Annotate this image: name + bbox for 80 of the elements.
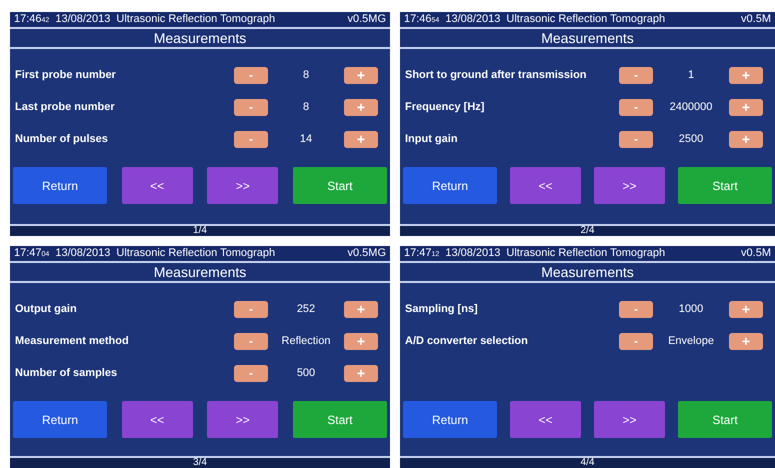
increment-button[interactable]: + bbox=[344, 98, 378, 116]
nav-button[interactable]: >> bbox=[594, 167, 665, 204]
increment-button[interactable]: + bbox=[344, 364, 378, 382]
decrement-button[interactable]: - bbox=[234, 130, 268, 148]
date-text: 13/08/2013 bbox=[445, 12, 500, 28]
nav-button[interactable]: << bbox=[510, 401, 581, 438]
setting-value: 8 bbox=[302, 100, 310, 115]
app-title: Ultrasonic Reflection Tomograph bbox=[116, 12, 276, 28]
nav-button[interactable]: Start bbox=[292, 167, 387, 204]
increment-button[interactable]: + bbox=[729, 130, 763, 148]
screen-heading: Measurements bbox=[154, 262, 246, 282]
version-text: v0.5M bbox=[741, 246, 771, 262]
nav-button[interactable]: << bbox=[122, 401, 193, 438]
setting-label: Number of samples bbox=[15, 366, 118, 381]
setting-label: A/D converter selection bbox=[405, 334, 529, 349]
nav-button[interactable]: Start bbox=[678, 401, 772, 438]
nav-button[interactable]: << bbox=[510, 167, 581, 204]
decrement-button[interactable]: - bbox=[619, 130, 653, 148]
screen-heading: Measurements bbox=[541, 262, 634, 282]
decrement-button[interactable]: - bbox=[619, 98, 653, 116]
nav-button[interactable]: Start bbox=[292, 401, 387, 438]
screen-heading: Measurements bbox=[541, 28, 634, 48]
page-indicator: 2/4 bbox=[580, 226, 594, 236]
nav-button[interactable]: >> bbox=[207, 167, 278, 204]
screen-heading: Measurements bbox=[154, 28, 246, 48]
decrement-button[interactable]: - bbox=[234, 300, 268, 318]
increment-button[interactable]: + bbox=[344, 66, 378, 84]
nav-button[interactable]: >> bbox=[207, 401, 278, 438]
setting-value: 500 bbox=[296, 366, 316, 381]
nav-button[interactable]: Return bbox=[13, 167, 107, 204]
setting-label: Output gain bbox=[15, 302, 78, 317]
setting-label: Sampling [ns] bbox=[405, 302, 479, 317]
setting-value: 1 bbox=[686, 68, 696, 83]
setting-value: Envelope bbox=[667, 334, 715, 349]
decrement-button[interactable]: - bbox=[619, 66, 653, 84]
increment-button[interactable]: + bbox=[344, 130, 378, 148]
setting-value: 8 bbox=[302, 68, 310, 83]
setting-label: Short to ground after transmission bbox=[405, 68, 588, 83]
app-title: Ultrasonic Reflection Tomograph bbox=[506, 246, 666, 262]
setting-label: Number of pulses bbox=[15, 132, 109, 147]
version-text: v0.5MG bbox=[347, 246, 386, 262]
decrement-button[interactable]: - bbox=[234, 98, 268, 116]
setting-value: 2400000 bbox=[668, 100, 714, 115]
setting-label: Measurement method bbox=[15, 334, 130, 349]
setting-label: First probe number bbox=[15, 68, 117, 83]
setting-value: Reflection bbox=[280, 334, 332, 349]
setting-value: 1000 bbox=[678, 302, 704, 317]
page-indicator: 1/4 bbox=[193, 226, 207, 236]
date-text: 13/08/2013 bbox=[445, 246, 500, 262]
setting-label: Last probe number bbox=[15, 100, 116, 115]
setting-value: 252 bbox=[296, 302, 316, 317]
nav-button[interactable]: Return bbox=[403, 167, 497, 204]
nav-button[interactable]: Return bbox=[13, 401, 107, 438]
nav-button[interactable]: << bbox=[122, 167, 193, 204]
decrement-button[interactable]: - bbox=[234, 364, 268, 382]
version-text: v0.5MG bbox=[347, 12, 386, 28]
date-text: 13/08/2013 bbox=[55, 12, 110, 28]
decrement-button[interactable]: - bbox=[619, 332, 653, 350]
increment-button[interactable]: + bbox=[729, 300, 763, 318]
version-text: v0.5M bbox=[741, 12, 771, 28]
page-indicator: 4/4 bbox=[580, 458, 594, 468]
decrement-button[interactable]: - bbox=[234, 66, 268, 84]
increment-button[interactable]: + bbox=[344, 300, 378, 318]
nav-button[interactable]: Return bbox=[403, 401, 497, 438]
setting-label: Frequency [Hz] bbox=[405, 100, 486, 115]
setting-label: Input gain bbox=[405, 132, 459, 147]
app-title: Ultrasonic Reflection Tomograph bbox=[506, 12, 666, 28]
nav-button[interactable]: Start bbox=[678, 167, 772, 204]
decrement-button[interactable]: - bbox=[234, 332, 268, 350]
app-title: Ultrasonic Reflection Tomograph bbox=[116, 246, 276, 262]
increment-button[interactable]: + bbox=[344, 332, 378, 350]
setting-value: 14 bbox=[298, 132, 314, 147]
nav-button[interactable]: >> bbox=[594, 401, 665, 438]
increment-button[interactable]: + bbox=[729, 66, 763, 84]
decrement-button[interactable]: - bbox=[619, 300, 653, 318]
increment-button[interactable]: + bbox=[729, 98, 763, 116]
date-text: 13/08/2013 bbox=[55, 246, 110, 262]
increment-button[interactable]: + bbox=[729, 332, 763, 350]
page-indicator: 3/4 bbox=[193, 458, 207, 468]
setting-value: 2500 bbox=[678, 132, 704, 147]
